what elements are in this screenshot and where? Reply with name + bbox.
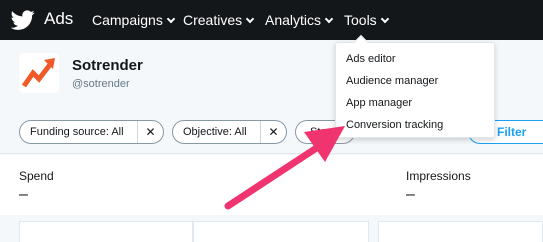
chart-card[interactable] bbox=[193, 221, 369, 242]
chart-cards-row bbox=[0, 215, 543, 242]
nav-analytics-label: Analytics bbox=[265, 12, 322, 28]
ads-brand-label[interactable]: Ads bbox=[44, 9, 73, 29]
chevron-down-icon bbox=[380, 14, 389, 24]
nav-tools-label: Tools bbox=[344, 12, 377, 28]
menu-item-ads-editor[interactable]: Ads editor bbox=[346, 53, 396, 65]
menu-item-audience-manager[interactable]: Audience manager bbox=[346, 75, 438, 87]
filter-chip-label: Funding source: All bbox=[30, 126, 124, 138]
filter-chip-funding-source[interactable]: Funding source: All ✕ bbox=[19, 120, 164, 144]
filter-chip-label: Sta bbox=[310, 126, 327, 138]
metric-spend-label: Spend bbox=[19, 169, 54, 183]
menu-item-app-manager[interactable]: App manager bbox=[346, 97, 412, 109]
chevron-down-icon bbox=[324, 14, 334, 24]
tools-dropdown-menu: Ads editor Audience manager App manager … bbox=[335, 34, 495, 138]
metric-spend-value: – bbox=[19, 186, 28, 203]
chevron-down-icon bbox=[245, 14, 255, 24]
sotrender-logo-icon bbox=[21, 58, 55, 88]
filter-chip-label: Objective: All bbox=[183, 126, 247, 138]
metric-impressions-label: Impressions bbox=[406, 169, 471, 183]
chevron-down-icon bbox=[166, 14, 176, 24]
avatar[interactable] bbox=[19, 53, 59, 93]
nav-campaigns-label: Campaigns bbox=[92, 12, 163, 28]
chart-card[interactable] bbox=[19, 221, 193, 242]
nav-analytics[interactable]: Analytics bbox=[265, 12, 334, 28]
nav-campaigns[interactable]: Campaigns bbox=[92, 12, 176, 28]
account-name: Sotrender bbox=[72, 57, 143, 74]
metrics-panel: Spend – Impressions – bbox=[0, 155, 543, 242]
chart-card[interactable] bbox=[378, 221, 543, 242]
menu-item-conversion-tracking[interactable]: Conversion tracking bbox=[346, 119, 443, 131]
close-icon[interactable]: ✕ bbox=[137, 121, 163, 143]
twitter-bird-icon[interactable] bbox=[8, 8, 38, 32]
nav-tools[interactable]: Tools bbox=[344, 12, 389, 28]
nav-creatives[interactable]: Creatives bbox=[183, 12, 255, 28]
filter-chip-objective[interactable]: Objective: All ✕ bbox=[172, 120, 287, 144]
filter-button-label: Filter bbox=[497, 125, 527, 139]
top-nav-bar: Ads Campaigns Creatives Analytics Tools bbox=[0, 0, 543, 40]
close-icon[interactable]: ✕ bbox=[260, 121, 286, 143]
metric-impressions-value: – bbox=[406, 186, 415, 203]
account-handle: @sotrender bbox=[72, 78, 130, 90]
nav-creatives-label: Creatives bbox=[183, 12, 243, 28]
